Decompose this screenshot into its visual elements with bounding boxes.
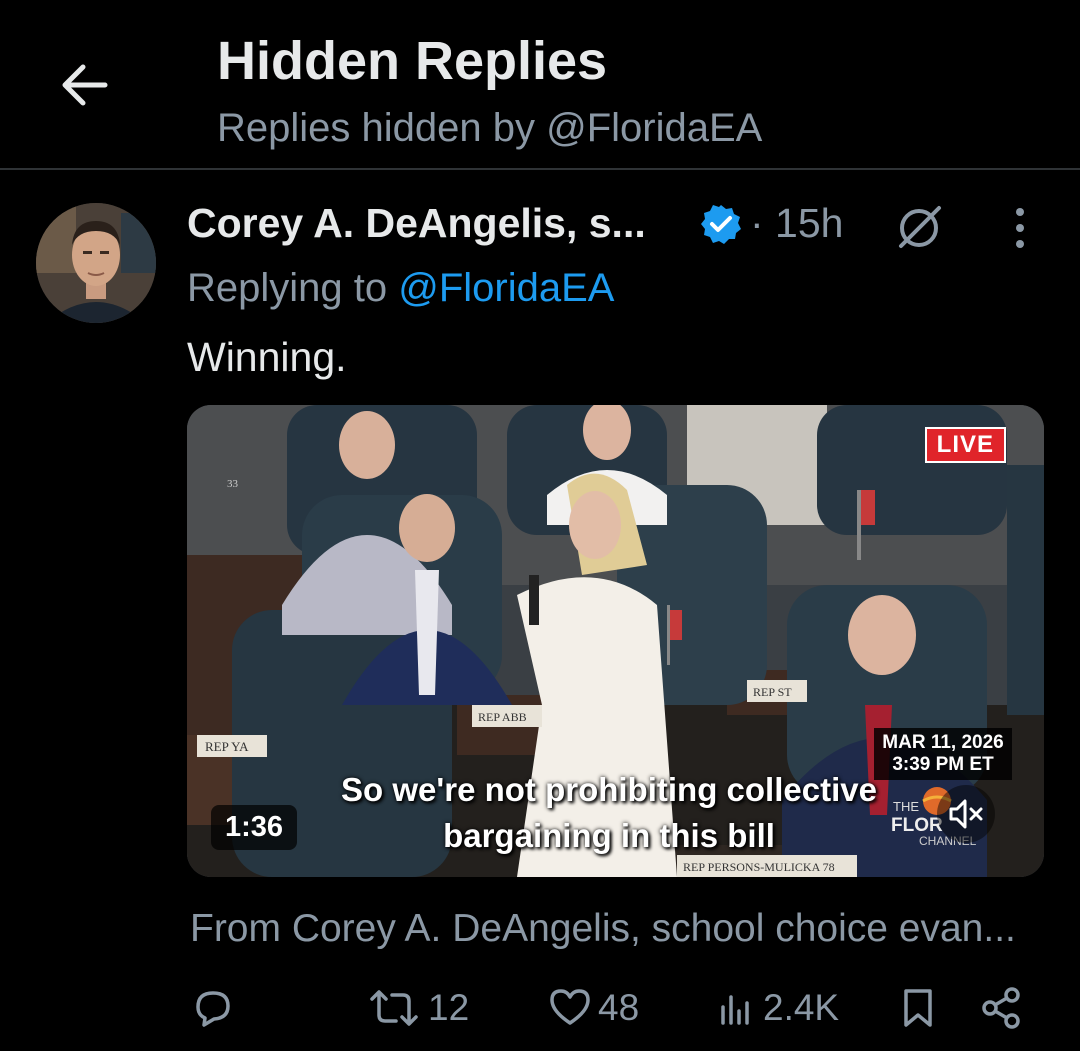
hidden-reply-icon[interactable] [893, 200, 945, 252]
avatar[interactable] [36, 203, 156, 323]
mute-icon [949, 799, 983, 829]
broadcast-date: MAR 11, 2026 [882, 732, 1004, 753]
like-button[interactable]: 48 [548, 985, 639, 1031]
replying-label: Replying to [187, 266, 399, 310]
repost-icon [370, 990, 418, 1026]
share-icon [982, 987, 1020, 1029]
channel-name: FLOR [891, 815, 943, 836]
avatar-photo [36, 203, 156, 323]
repost-count: 12 [428, 987, 470, 1028]
like-count: 48 [598, 987, 640, 1028]
bookmark-icon [904, 989, 932, 1027]
header: Hidden Replies Replies hidden by @Florid… [0, 0, 1080, 168]
back-arrow-icon [62, 64, 108, 106]
placard-text: REP YA [205, 739, 249, 754]
more-icon[interactable] [1005, 206, 1035, 250]
author-name[interactable]: Corey A. DeAngelis, s... [187, 200, 646, 247]
replying-to: Replying to @FloridaEA [187, 266, 614, 311]
video-duration: 1:36 [211, 805, 298, 850]
post-time: · 15h [750, 200, 844, 246]
page-title: Hidden Replies [217, 31, 608, 91]
caption-line: So we're not prohibiting collective [341, 771, 877, 808]
reply-icon [196, 991, 230, 1027]
share-button[interactable] [980, 985, 1024, 1031]
reply-button[interactable] [190, 985, 236, 1031]
placard-text: 33 [227, 478, 239, 490]
views-icon [721, 995, 749, 1025]
placard-text: REP PERSONS-MULICKA 78 [683, 860, 835, 874]
source-attribution[interactable]: From Corey A. DeAngelis, school choice e… [190, 907, 1016, 951]
replying-handle-link[interactable]: @FloridaEA [398, 266, 614, 310]
mute-button[interactable] [937, 785, 995, 843]
video-player[interactable]: REP YA REP ABB REP ST REP PERSONS-MULICK… [187, 405, 1044, 877]
views-count: 2.4K [763, 987, 840, 1028]
placard-text: REP ST [753, 685, 792, 699]
bookmark-button[interactable] [898, 985, 938, 1031]
live-badge: LIVE [924, 427, 1006, 463]
like-icon [550, 989, 590, 1025]
header-divider [0, 168, 1080, 170]
post-text: Winning. [187, 334, 347, 380]
verified-badge-icon [701, 205, 741, 244]
views-button[interactable]: 2.4K [717, 985, 839, 1031]
repost-button[interactable]: 12 [366, 985, 469, 1031]
channel-the: THE [893, 799, 919, 814]
video-caption: So we're not prohibiting collective barg… [279, 767, 939, 859]
placard-text: REP ABB [478, 710, 527, 724]
back-button[interactable] [55, 55, 115, 115]
page-subtitle: Replies hidden by @FloridaEA [217, 106, 763, 150]
caption-line: bargaining in this bill [443, 817, 775, 854]
